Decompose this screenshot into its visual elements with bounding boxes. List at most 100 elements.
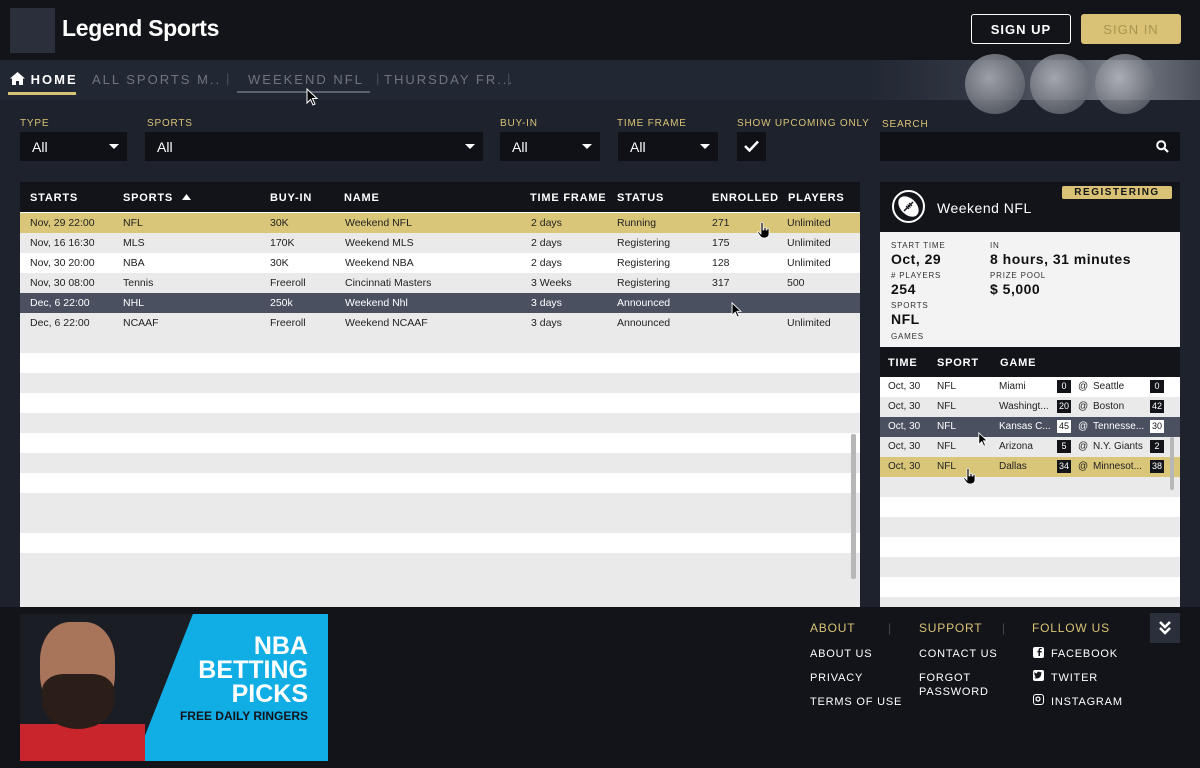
tab-thursday[interactable]: THURSDAY FR...	[384, 72, 514, 87]
column-sports[interactable]: SPORTS	[123, 192, 191, 204]
games-label: GAMES	[891, 332, 924, 341]
tab-all-sports[interactable]: ALL SPORTS M..	[92, 72, 221, 87]
cell-sports: NHL	[123, 297, 145, 309]
cell-starts: Nov, 30 08:00	[30, 277, 95, 289]
sign-up-button[interactable]: SIGN UP	[971, 14, 1071, 44]
game-row[interactable]: Oct, 30 NFL Dallas 34 @ Minnesot... 38	[880, 457, 1180, 477]
timeframe-select[interactable]: All	[618, 132, 718, 161]
instagram-icon[interactable]	[1033, 694, 1044, 705]
ad-player-jersey	[20, 724, 145, 761]
facebook-link[interactable]: FACEBOOK	[1051, 647, 1118, 661]
cell-sports: NCAAF	[123, 317, 159, 329]
cell-name: Cincinnati Masters	[345, 277, 432, 289]
privacy-link[interactable]: PRIVACY	[810, 671, 863, 685]
sports-banner-image	[870, 54, 1200, 114]
cell-status: Registering	[617, 257, 671, 269]
tab-divider: |	[507, 71, 511, 86]
cell-buyin: 250k	[270, 297, 293, 309]
countdown-label: IN	[990, 241, 1000, 250]
cell-starts: Nov, 29 22:00	[30, 217, 95, 229]
brand-name[interactable]: Legend Sports	[62, 15, 219, 42]
game-sport: NFL	[937, 401, 956, 412]
cell-starts: Nov, 16 16:30	[30, 237, 95, 249]
terms-link[interactable]: TERMS OF USE	[810, 695, 902, 709]
column-enrolled[interactable]: ENROLLED	[712, 192, 779, 204]
table-row[interactable]: Nov, 29 22:00 NFL 30K Weekend NFL 2 days…	[20, 213, 860, 233]
cell-buyin: 170K	[270, 237, 295, 249]
game-row[interactable]: Oct, 30 NFL Washingt... 20 @ Boston 42	[880, 397, 1180, 417]
game-away-team: Boston	[1093, 401, 1125, 412]
scroll-down-button[interactable]	[1150, 613, 1180, 643]
game-sport: NFL	[937, 441, 956, 452]
table-scrollbar[interactable]	[851, 434, 856, 579]
search-input[interactable]	[880, 132, 1180, 161]
cell-players: Unlimited	[787, 257, 831, 269]
home-score: 20	[1057, 400, 1071, 413]
footer-support-heading: SUPPORT	[919, 621, 983, 635]
tab-home[interactable]: HOME	[10, 72, 78, 87]
games-scrollbar[interactable]	[1170, 437, 1174, 490]
footer: NBA BETTING PICKS FREE DAILY RINGERS ABO…	[0, 607, 1200, 768]
twitter-icon[interactable]	[1033, 670, 1044, 681]
buyin-select-value: All	[512, 139, 528, 155]
at-symbol: @	[1078, 461, 1089, 472]
search-icon[interactable]	[1156, 140, 1169, 153]
twitter-link[interactable]: TWITER	[1051, 671, 1098, 685]
cell-name: Weekend MLS	[345, 237, 414, 249]
cell-name: Weekend NFL	[345, 217, 412, 229]
column-status[interactable]: STATUS	[617, 192, 664, 204]
detail-info: START TIME Oct, 29 IN 8 hours, 31 minute…	[880, 232, 1180, 347]
top-header: Legend Sports SIGN UP SIGN IN	[0, 0, 1200, 60]
game-time: Oct, 30	[888, 401, 921, 412]
logo[interactable]	[10, 8, 55, 53]
table-row[interactable]: Nov, 30 20:00 NBA 30K Weekend NBA 2 days…	[20, 253, 860, 273]
table-row[interactable]: Nov, 16 16:30 MLS 170K Weekend MLS 2 day…	[20, 233, 860, 253]
instagram-link[interactable]: INSTAGRAM	[1051, 695, 1123, 709]
show-upcoming-checkbox[interactable]	[737, 132, 766, 161]
empty-row	[20, 493, 860, 513]
column-starts[interactable]: STARTS	[30, 192, 78, 204]
about-us-link[interactable]: ABOUT US	[810, 647, 872, 661]
cell-starts: Nov, 30 20:00	[30, 257, 95, 269]
advertisement-banner[interactable]: NBA BETTING PICKS FREE DAILY RINGERS	[20, 614, 328, 761]
mouse-cursor-icon	[978, 432, 988, 447]
game-home-team: Kansas C...	[999, 421, 1051, 432]
sports-select[interactable]: All	[145, 132, 483, 161]
at-symbol: @	[1078, 441, 1089, 452]
cell-timeframe: 3 days	[531, 297, 562, 309]
home-icon	[10, 72, 25, 85]
game-row[interactable]: Oct, 30 NFL Arizona 5 @ N.Y. Giants 2	[880, 437, 1180, 457]
type-select[interactable]: All	[20, 132, 127, 161]
cell-timeframe: 3 days	[531, 317, 562, 329]
game-row[interactable]: Oct, 30 NFL Miami 0 @ Seattle 0	[880, 377, 1180, 397]
empty-row	[20, 333, 860, 353]
at-symbol: @	[1078, 401, 1089, 412]
chevron-down-icon	[582, 144, 592, 149]
game-time: Oct, 30	[888, 421, 921, 432]
column-name[interactable]: NAME	[344, 192, 380, 204]
column-buyin[interactable]: BUY-IN	[270, 192, 312, 204]
away-score: 38	[1150, 460, 1164, 473]
facebook-icon[interactable]	[1033, 647, 1044, 658]
cell-enrolled: 271	[712, 217, 730, 229]
sign-in-button[interactable]: SIGN IN	[1081, 14, 1181, 44]
away-score: 42	[1150, 400, 1164, 413]
column-timeframe[interactable]: TIME FRAME	[530, 192, 606, 204]
buyin-select[interactable]: All	[500, 132, 600, 161]
empty-row	[880, 557, 1180, 577]
ball-image	[1095, 54, 1155, 114]
games-column-time: TIME	[888, 357, 918, 369]
cell-buyin: 30K	[270, 257, 289, 269]
ad-headline: NBA BETTING PICKS	[198, 634, 308, 707]
column-players[interactable]: PLAYERS	[788, 192, 845, 204]
ad-subheadline: FREE DAILY RINGERS	[179, 709, 308, 723]
prize-pool-label: PRIZE POOL	[990, 271, 1047, 280]
detail-header: Weekend NFL REGISTERING	[880, 182, 1180, 232]
contact-us-link[interactable]: CONTACT US	[919, 647, 998, 661]
table-row[interactable]: Nov, 30 08:00 Tennis Freeroll Cincinnati…	[20, 273, 860, 293]
double-chevron-down-icon	[1159, 621, 1171, 635]
forgot-password-link[interactable]: FORGOT PASSWORD	[919, 671, 994, 699]
game-row[interactable]: Oct, 30 NFL Kansas C... 45 @ Tennesse...…	[880, 417, 1180, 437]
tab-weekend-nfl[interactable]: WEEKEND NFL	[248, 72, 364, 87]
ball-image	[1030, 54, 1090, 114]
